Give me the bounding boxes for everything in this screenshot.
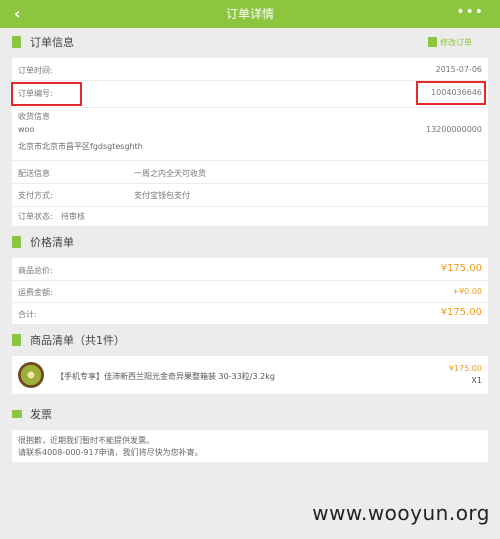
receiver-address: 北京市北京市昌平区fgdsgtesghth: [18, 142, 143, 151]
invoice-header: 发票: [12, 402, 488, 428]
product-name: 【手机专享】佳沛新西兰阳光金奇异果整箱装 30-33粒/3.2kg: [56, 372, 275, 381]
shipping-row: 运费金额: +¥0.00: [12, 281, 488, 302]
product-price: ¥175.00: [448, 364, 482, 373]
status-label: 订单状态:: [18, 212, 53, 221]
price-list-card: 商品总价: ¥175.00 运费金额: +¥0.00 合计: ¥175.00: [12, 258, 488, 324]
invoice-card: 很抱歉，近期我们暂时不能提供发票。 请联系4008-000-917申请，我们将尽…: [12, 430, 488, 462]
status-row: 订单状态: 待审核: [12, 207, 488, 226]
highlight-box-label: [11, 82, 82, 106]
receiver-info-row: 收货信息 woo 13200000000 北京市北京市昌平区fgdsgtesgh…: [12, 108, 488, 160]
delivery-row: 配送信息 一周之内全天可收货: [12, 161, 488, 183]
order-info-header: 订单信息: [12, 30, 488, 56]
watermark: www.wooyun.org: [312, 501, 490, 525]
document-icon: [12, 36, 21, 48]
order-time-value: 2015-07-06: [435, 65, 483, 74]
delivery-value: 一周之内全天可收货: [134, 169, 206, 178]
shipping-value: +¥0.00: [452, 287, 482, 296]
payment-label: 支付方式:: [18, 191, 53, 200]
sum-label: 合计:: [18, 310, 37, 319]
payment-row: 支付方式: 支付宝钱包支付: [12, 184, 488, 206]
goods-list-title: 商品清单（共1件）: [30, 334, 125, 347]
list-icon: [12, 334, 21, 346]
product-quantity: X1: [471, 376, 482, 385]
delivery-label: 配送信息: [18, 169, 50, 178]
goods-item[interactable]: 【手机专享】佳沛新西兰阳光金奇异果整箱装 30-33粒/3.2kg ¥175.0…: [12, 356, 488, 394]
sum-row: 合计: ¥175.00: [12, 303, 488, 324]
edit-order-label: 修改订单: [440, 38, 472, 47]
receiver-label: 收货信息: [18, 112, 50, 121]
receiver-name: woo: [18, 125, 35, 134]
payment-value: 支付宝钱包支付: [134, 191, 190, 200]
product-thumbnail: [18, 362, 44, 388]
order-time-row: 订单时间: 2015-07-06: [12, 58, 488, 80]
goods-list-header: 商品清单（共1件）: [12, 328, 488, 354]
sum-value: ¥175.00: [440, 307, 482, 318]
invoice-title: 发票: [30, 408, 52, 421]
invoice-line-2: 请联系4008-000-917申请，我们将尽快为您补寄。: [18, 448, 203, 457]
goods-total-label: 商品总价:: [18, 266, 53, 275]
shipping-label: 运费金额:: [18, 288, 53, 297]
edit-order-button[interactable]: 修改订单: [428, 36, 488, 50]
price-tag-icon: [12, 236, 21, 248]
price-list-title: 价格清单: [30, 236, 74, 249]
price-list-header: 价格清单: [12, 230, 488, 256]
goods-total-value: ¥175.00: [440, 263, 482, 274]
invoice-line-1: 很抱歉，近期我们暂时不能提供发票。: [18, 436, 154, 445]
order-time-label: 订单时间:: [18, 66, 53, 75]
invoice-icon: [12, 410, 22, 418]
receiver-phone: 13200000000: [426, 125, 482, 134]
page-title: 订单详情: [225, 7, 274, 21]
top-bar: ‹ 订单详情 •••: [0, 0, 500, 28]
goods-total-row: 商品总价: ¥175.00: [12, 258, 488, 280]
more-options-icon[interactable]: •••: [456, 0, 484, 26]
edit-icon: [428, 37, 437, 47]
highlight-box-value: [416, 81, 486, 105]
status-value: 待审核: [61, 212, 85, 221]
order-info-title: 订单信息: [30, 36, 74, 49]
